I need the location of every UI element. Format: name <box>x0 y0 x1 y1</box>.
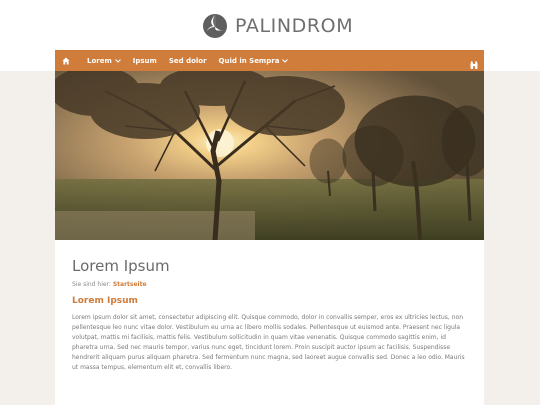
page-title: Lorem Ipsum <box>72 257 170 275</box>
home-icon[interactable] <box>57 57 75 65</box>
section-title: Lorem Ipsum <box>72 296 138 306</box>
nav-item-label: Sed dolor <box>168 56 207 65</box>
breadcrumb-link-startseite[interactable]: Startseite <box>113 281 147 288</box>
nav-item-quid-in-sempra[interactable]: Quid in Sempra <box>219 57 289 65</box>
chevron-down-icon <box>282 58 289 63</box>
site-logo[interactable]: PALINDROM <box>202 12 353 40</box>
main-content: Lorem Ipsum Sie sind hier: Startseite Lo… <box>55 71 484 405</box>
nav-item-label: Quid in Sempra <box>218 56 280 65</box>
nav-item-ipsum[interactable]: Ipsum <box>133 57 157 65</box>
nav-item-label: Lorem <box>87 56 112 65</box>
chevron-down-icon <box>114 58 121 63</box>
logo-icon <box>203 14 227 38</box>
nav-item-lorem[interactable]: Lorem <box>87 57 121 65</box>
hero-image <box>55 71 484 240</box>
nav-item-sed-dolor[interactable]: Sed dolor <box>169 57 207 65</box>
main-navigation: Lorem Ipsum Sed dolor Quid in Sempra <box>55 50 484 71</box>
nav-item-label: Ipsum <box>132 56 157 65</box>
breadcrumb: Sie sind hier: Startseite <box>72 281 147 288</box>
logo-text: PALINDROM <box>235 15 354 37</box>
body-paragraph: Lorem ipsum dolor sit amet, consectetur … <box>72 314 465 371</box>
breadcrumb-prefix: Sie sind hier: <box>72 281 113 288</box>
